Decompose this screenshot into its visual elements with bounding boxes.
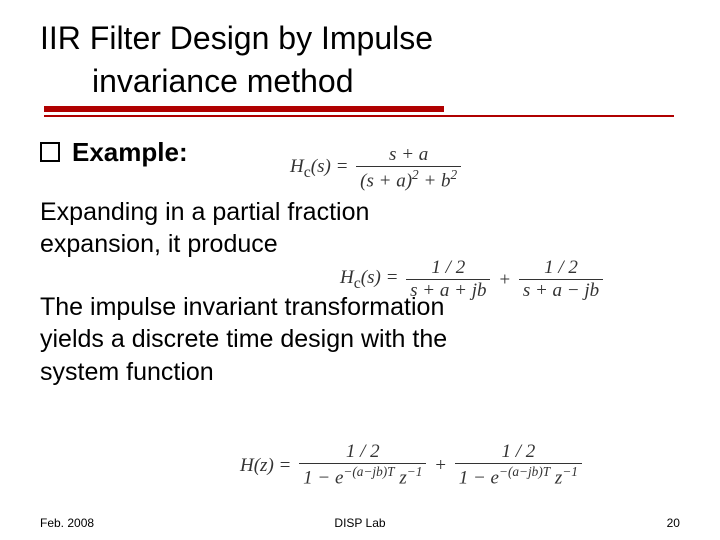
footer-lab: DISP Lab <box>253 516 466 530</box>
slide-title-line2: invariance method <box>40 63 680 100</box>
para1-line2: expansion, it produce <box>40 230 278 258</box>
f2-arg: (s) <box>361 267 381 288</box>
f1-eq: = <box>331 156 353 177</box>
f3-plus: + <box>434 455 452 476</box>
footer: Feb. 2008 DISP Lab 20 <box>40 516 680 530</box>
f2-t1-num: 1 / 2 <box>406 258 490 280</box>
f3-lhs: H <box>240 455 254 476</box>
f1-den-exp: 2 <box>412 167 419 182</box>
formula-hc-s-partial: Hc(s) = 1 / 2 s + a + jb + 1 / 2 s + a −… <box>340 258 606 303</box>
f1-num: s + a <box>356 145 461 167</box>
f2-plus: + <box>498 269 516 290</box>
f2-t2-den: s + a − jb <box>519 280 603 303</box>
f2-t1-den: s + a + jb <box>406 280 490 303</box>
para2-line2: yields a discrete time design with the <box>40 325 447 353</box>
f3-t1-den-exp: −(a−jb)T <box>343 464 394 479</box>
paragraph-1: Expanding in a partial fraction expansio… <box>40 196 680 261</box>
title-rule-thick <box>44 106 444 112</box>
f3-arg: (z) <box>254 455 274 476</box>
f3-t2-den-bexp: −1 <box>562 464 578 479</box>
f2-lhs: H <box>340 267 354 288</box>
example-label: Example: <box>72 137 188 168</box>
f1-lhs: H <box>290 156 304 177</box>
formula-h-z: H(z) = 1 / 2 1 − e−(a−jb)T z−1 + 1 / 2 1… <box>240 442 585 490</box>
f1-den-exp2: 2 <box>451 167 458 182</box>
f2-sub: c <box>354 275 361 292</box>
square-bullet-icon <box>40 142 60 162</box>
footer-date: Feb. 2008 <box>40 516 253 530</box>
f3-t1-den-b: z <box>395 467 407 488</box>
f3-t2-den-exp: −(a−jb)T <box>499 464 550 479</box>
f1-arg: (s) <box>311 156 331 177</box>
para2-line3: system function <box>40 358 214 386</box>
paragraph-2: The impulse invariant transformation yie… <box>40 291 680 389</box>
f1-sub: c <box>304 164 311 181</box>
f1-den-mid: + b <box>419 170 451 191</box>
f2-eq: = <box>381 267 403 288</box>
slide: IIR Filter Design by Impulse invariance … <box>0 0 720 540</box>
f3-t2-den-b: z <box>550 467 562 488</box>
footer-page: 20 <box>467 516 680 530</box>
f2-t2-num: 1 / 2 <box>519 258 603 280</box>
formula-hc-s: Hc(s) = s + a (s + a)2 + b2 <box>290 145 464 193</box>
f3-t1-den-bexp: −1 <box>407 464 423 479</box>
f3-eq: = <box>274 455 296 476</box>
f1-den-left: (s + a) <box>360 170 412 191</box>
slide-title-line1: IIR Filter Design by Impulse <box>40 20 680 57</box>
para1-line1: Expanding in a partial fraction <box>40 198 369 226</box>
title-rule-thin <box>44 115 674 117</box>
f3-t1-num: 1 / 2 <box>299 442 426 464</box>
f3-t2-num: 1 / 2 <box>455 442 582 464</box>
f3-t2-den-a: 1 − e <box>459 467 499 488</box>
f3-t1-den-a: 1 − e <box>303 467 343 488</box>
